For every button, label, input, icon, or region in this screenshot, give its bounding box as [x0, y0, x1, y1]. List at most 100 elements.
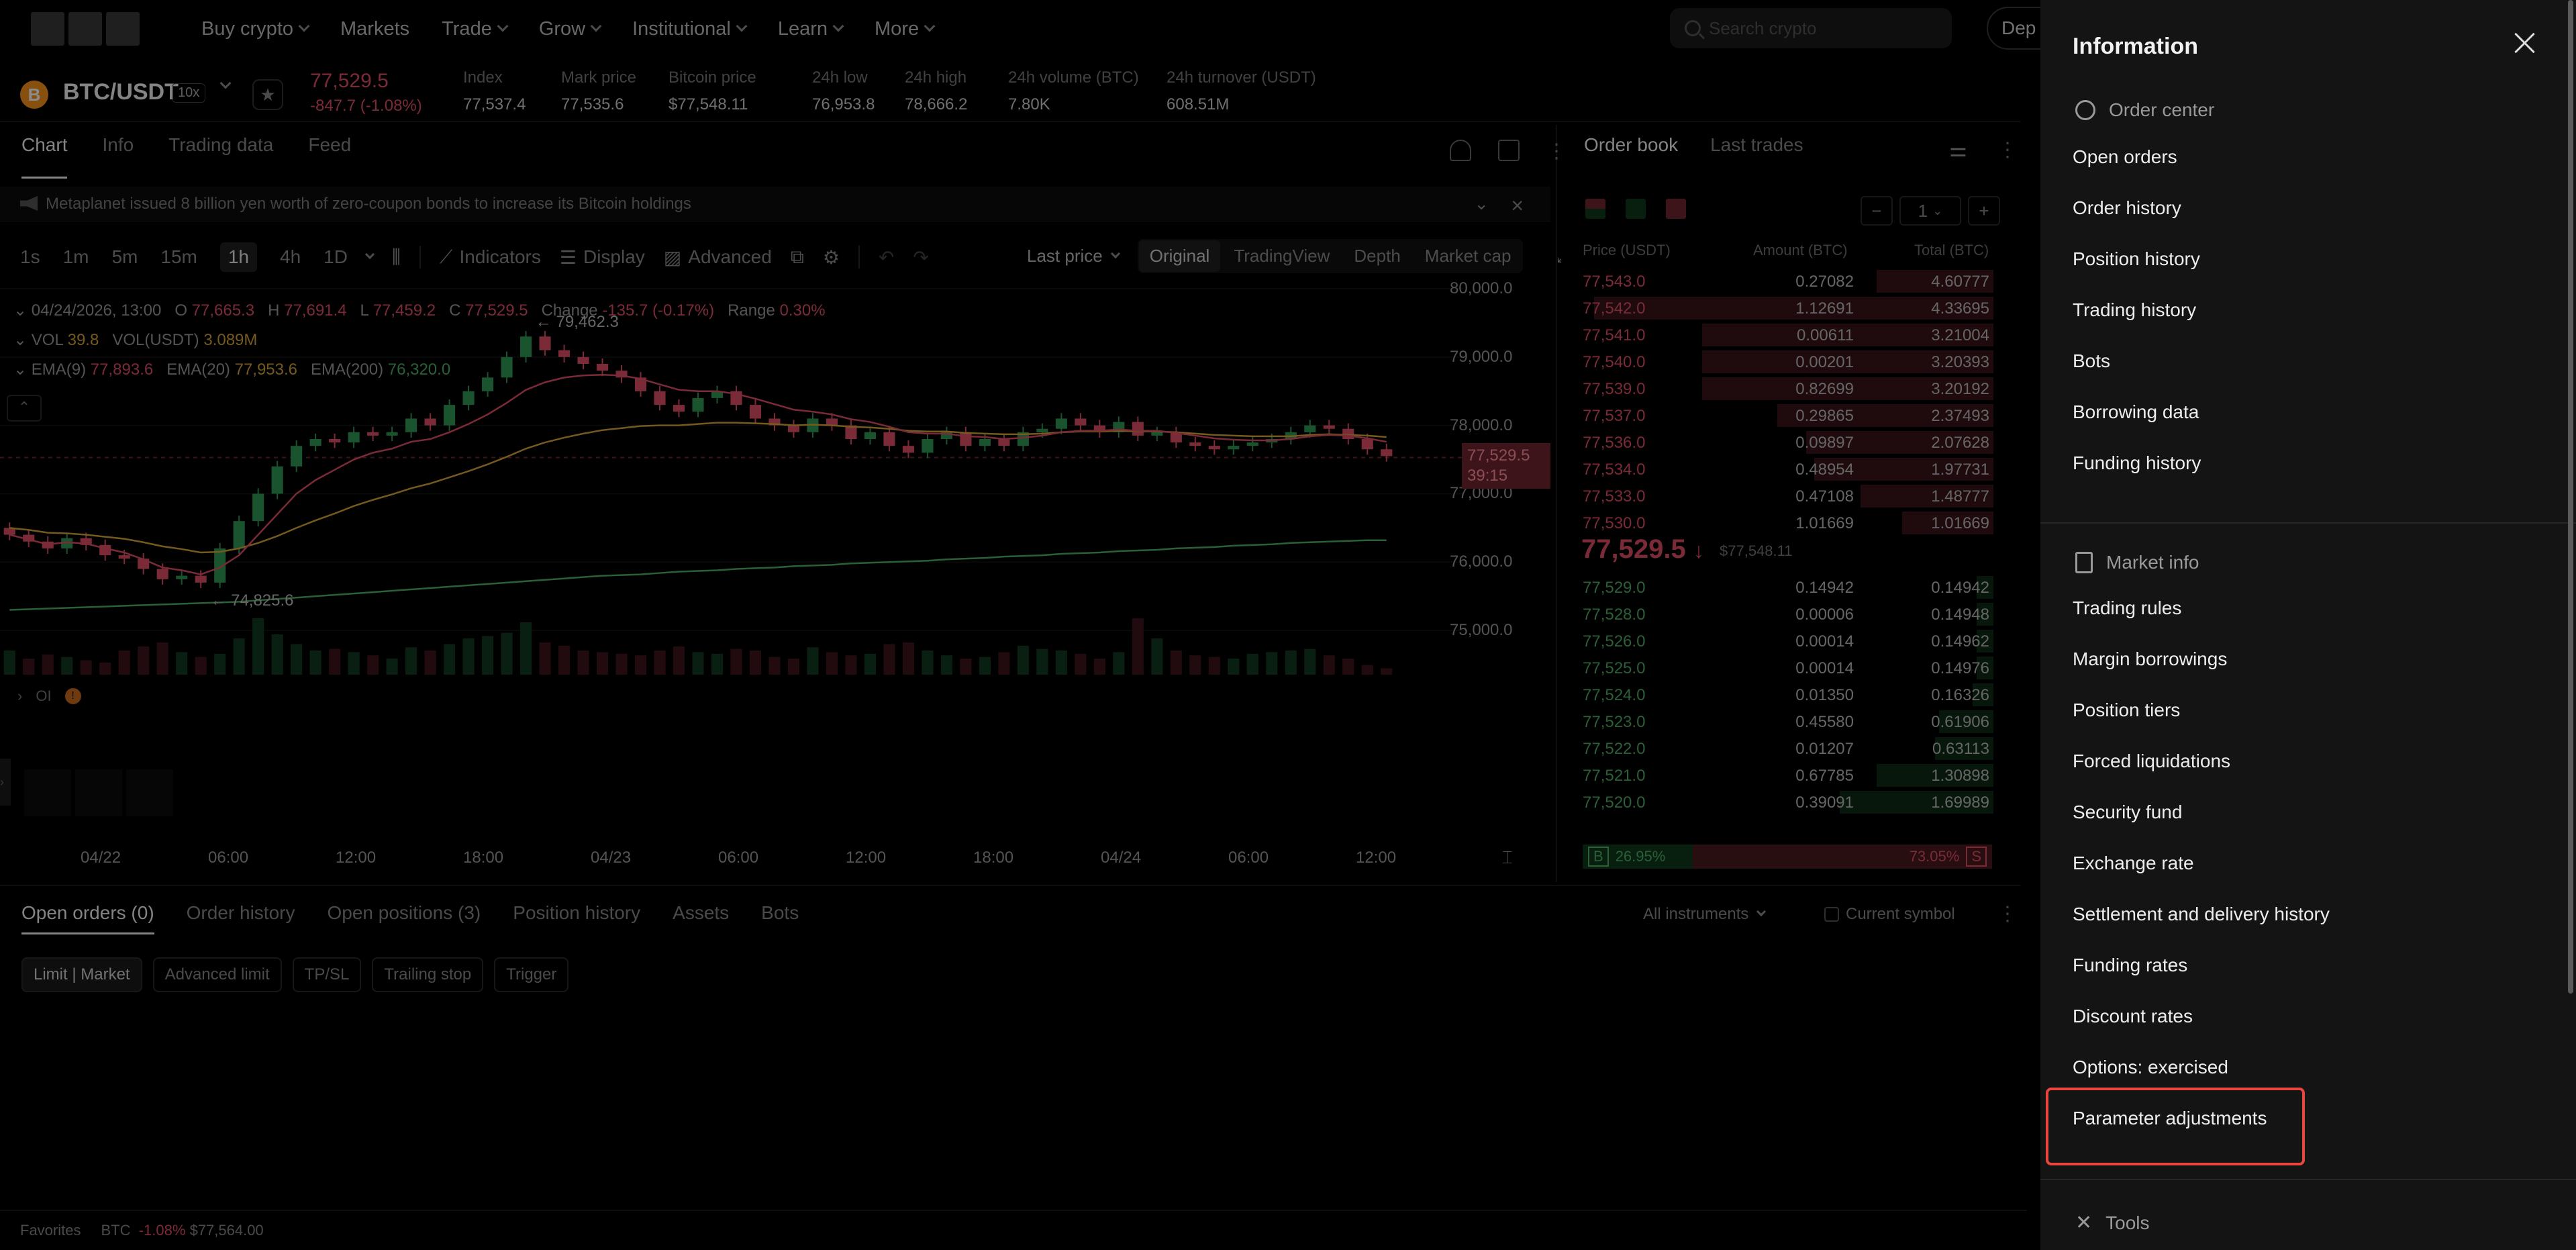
step-plus-button[interactable]: + [1968, 196, 2000, 226]
drawer-item-bots[interactable]: Bots [2073, 350, 2110, 372]
bid-row[interactable]: 77,528.0 0.00006 0.14948 [1572, 602, 1993, 627]
book-both-icon[interactable] [1585, 199, 1605, 219]
tab-trading-data[interactable]: Trading data [168, 134, 273, 171]
ask-row[interactable]: 77,541.0 0.00611 3.21004 [1572, 322, 1993, 348]
search-input[interactable] [1709, 17, 1937, 39]
drawer-item-position-history[interactable]: Position history [2073, 248, 2200, 270]
ob-tab-order-book[interactable]: Order book [1584, 134, 1678, 156]
news-banner[interactable]: Metaplanet issued 8 billion yen worth of… [0, 187, 1550, 222]
tools-heading[interactable]: ✕ Tools [2075, 1211, 2150, 1235]
view-depth[interactable]: Depth [1343, 240, 1411, 272]
drawer-item-exchange-rate[interactable]: Exchange rate [2073, 853, 2194, 874]
filter-chip-trigger[interactable]: Trigger [494, 957, 569, 992]
view-market-cap[interactable]: Market cap [1414, 240, 1522, 272]
alert-bell-icon[interactable] [1450, 140, 1471, 161]
current-symbol-toggle[interactable]: Current symbol [1824, 905, 1955, 924]
timeframe-1h[interactable]: 1h [219, 242, 258, 272]
nav-item-grow[interactable]: Grow [539, 18, 602, 40]
step-value-select[interactable]: 1 ⌄ [1899, 196, 1961, 226]
filter-chip-limit-market[interactable]: Limit | Market [21, 957, 142, 992]
timeframe-1m[interactable]: 1m [63, 246, 89, 268]
settings-gear-icon[interactable]: ⚙ [823, 246, 840, 269]
drawer-item-funding-rates[interactable]: Funding rates [2073, 955, 2187, 976]
axis-settings-icon[interactable]: ⌶ [1502, 847, 1513, 869]
ask-row[interactable]: 77,537.0 0.29865 2.37493 [1572, 403, 1993, 428]
side-expand-handle[interactable]: › [0, 759, 11, 806]
trading-pair[interactable]: BTC/USDT [63, 79, 179, 105]
close-icon[interactable]: × [1511, 193, 1524, 218]
drawer-item-forced-liquidations[interactable]: Forced liquidations [2073, 751, 2230, 772]
instrument-filter[interactable]: All instruments [1643, 905, 1767, 924]
tab-info[interactable]: Info [102, 134, 134, 171]
bid-row[interactable]: 77,521.0 0.67785 1.30898 [1572, 763, 1993, 788]
tab-chart[interactable]: Chart [21, 134, 68, 179]
bid-row[interactable]: 77,524.0 0.01350 0.16326 [1572, 682, 1993, 708]
ask-row[interactable]: 77,533.0 0.47108 1.48777 [1572, 483, 1993, 509]
display-button[interactable]: ☰ Display [560, 246, 645, 269]
timeframe-4h[interactable]: 4h [280, 246, 301, 268]
drawer-item-margin-borrowings[interactable]: Margin borrowings [2073, 648, 2227, 670]
warning-icon[interactable]: ! [64, 688, 81, 704]
tab-feed[interactable]: Feed [308, 134, 351, 171]
bid-row[interactable]: 77,526.0 0.00014 0.14962 [1572, 628, 1993, 654]
collapse-chevron-icon[interactable]: ⌄ [1474, 193, 1489, 214]
orders-tab-bots[interactable]: Bots [761, 902, 799, 924]
orders-tab-open-positions-3[interactable]: Open positions (3) [327, 902, 481, 924]
nav-item-markets[interactable]: Markets [340, 18, 409, 40]
nav-item-institutional[interactable]: Institutional [632, 18, 748, 40]
drawer-item-position-tiers[interactable]: Position tiers [2073, 700, 2180, 721]
nav-item-trade[interactable]: Trade [442, 18, 509, 40]
bid-row[interactable]: 77,529.0 0.14942 0.14942 [1572, 575, 1993, 600]
advanced-button[interactable]: ▨ Advanced [664, 246, 772, 269]
orders-tab-order-history[interactable]: Order history [187, 902, 295, 924]
ask-row[interactable]: 77,542.0 1.12691 4.33695 [1572, 295, 1993, 321]
favorites-label[interactable]: Favorites [20, 1222, 81, 1239]
step-minus-button[interactable]: − [1861, 196, 1893, 226]
timeframe-15m[interactable]: 15m [160, 246, 197, 268]
drawer-item-discount-rates[interactable]: Discount rates [2073, 1006, 2193, 1027]
filter-chip-trailing-stop[interactable]: Trailing stop [372, 957, 484, 992]
more-vertical-icon[interactable]: ⋮ [1997, 138, 2018, 162]
orders-tab-assets[interactable]: Assets [673, 902, 729, 924]
view-tradingview[interactable]: TradingView [1223, 240, 1340, 272]
drawer-item-borrowing-data[interactable]: Borrowing data [2073, 401, 2199, 423]
bid-row[interactable]: 77,523.0 0.45580 0.61906 [1572, 709, 1993, 734]
candle-type-icon[interactable]: ⫼ [392, 246, 401, 269]
drawer-item-options-exercised[interactable]: Options: exercised [2073, 1057, 2228, 1078]
filter-chip-tp-sl[interactable]: TP/SL [292, 957, 362, 992]
close-icon[interactable] [2512, 30, 2538, 56]
order-book-settings-icon[interactable]: ⚌ [1949, 138, 1967, 162]
drawer-item-funding-history[interactable]: Funding history [2073, 452, 2201, 474]
timeframe-1d[interactable]: 1D [324, 246, 348, 268]
orders-tab-open-orders-0[interactable]: Open orders (0) [21, 902, 154, 934]
snapshot-icon[interactable]: ⧉ [791, 246, 804, 269]
bid-row[interactable]: 77,520.0 0.39091 1.69989 [1572, 789, 1993, 815]
undo-icon[interactable]: ↶ [879, 246, 894, 269]
ask-row[interactable]: 77,539.0 0.82699 3.20192 [1572, 376, 1993, 401]
nav-item-more[interactable]: More [875, 18, 936, 40]
ask-row[interactable]: 77,530.0 1.01669 1.01669 [1572, 510, 1993, 536]
orders-tab-position-history[interactable]: Position history [513, 902, 640, 924]
favorite-ticker[interactable]: BTC -1.08% $77,564.00 [101, 1222, 263, 1239]
favorite-star-icon[interactable]: ★ [252, 79, 283, 110]
drawer-item-open-orders[interactable]: Open orders [2073, 146, 2177, 168]
price-chart[interactable]: ← 79,462.3 ← 74,825.6 [0, 282, 1463, 678]
drawer-scrollbar[interactable] [2568, 0, 2573, 994]
drawer-item-trading-history[interactable]: Trading history [2073, 299, 2196, 321]
ask-row[interactable]: 77,543.0 0.27082 4.60777 [1572, 269, 1993, 294]
layout-icon[interactable] [1498, 140, 1520, 161]
book-asks-icon[interactable] [1666, 199, 1686, 219]
drawer-item-order-history[interactable]: Order history [2073, 197, 2181, 219]
timeframe-1s[interactable]: 1s [20, 246, 40, 268]
ob-tab-last-trades[interactable]: Last trades [1710, 134, 1803, 156]
okx-logo[interactable] [31, 12, 141, 46]
expand-chevron-icon[interactable]: › [17, 687, 22, 705]
bid-row[interactable]: 77,525.0 0.00014 0.14976 [1572, 655, 1993, 681]
book-bids-icon[interactable] [1626, 199, 1646, 219]
ask-row[interactable]: 77,534.0 0.48954 1.97731 [1572, 456, 1993, 482]
chevron-down-icon[interactable] [364, 249, 375, 260]
more-vertical-icon[interactable]: ⋮ [1997, 902, 2018, 926]
drawer-item-security-fund[interactable]: Security fund [2073, 802, 2182, 823]
nav-item-learn[interactable]: Learn [778, 18, 844, 40]
drawer-item-settlement-and-delivery-history[interactable]: Settlement and delivery history [2073, 904, 2330, 925]
